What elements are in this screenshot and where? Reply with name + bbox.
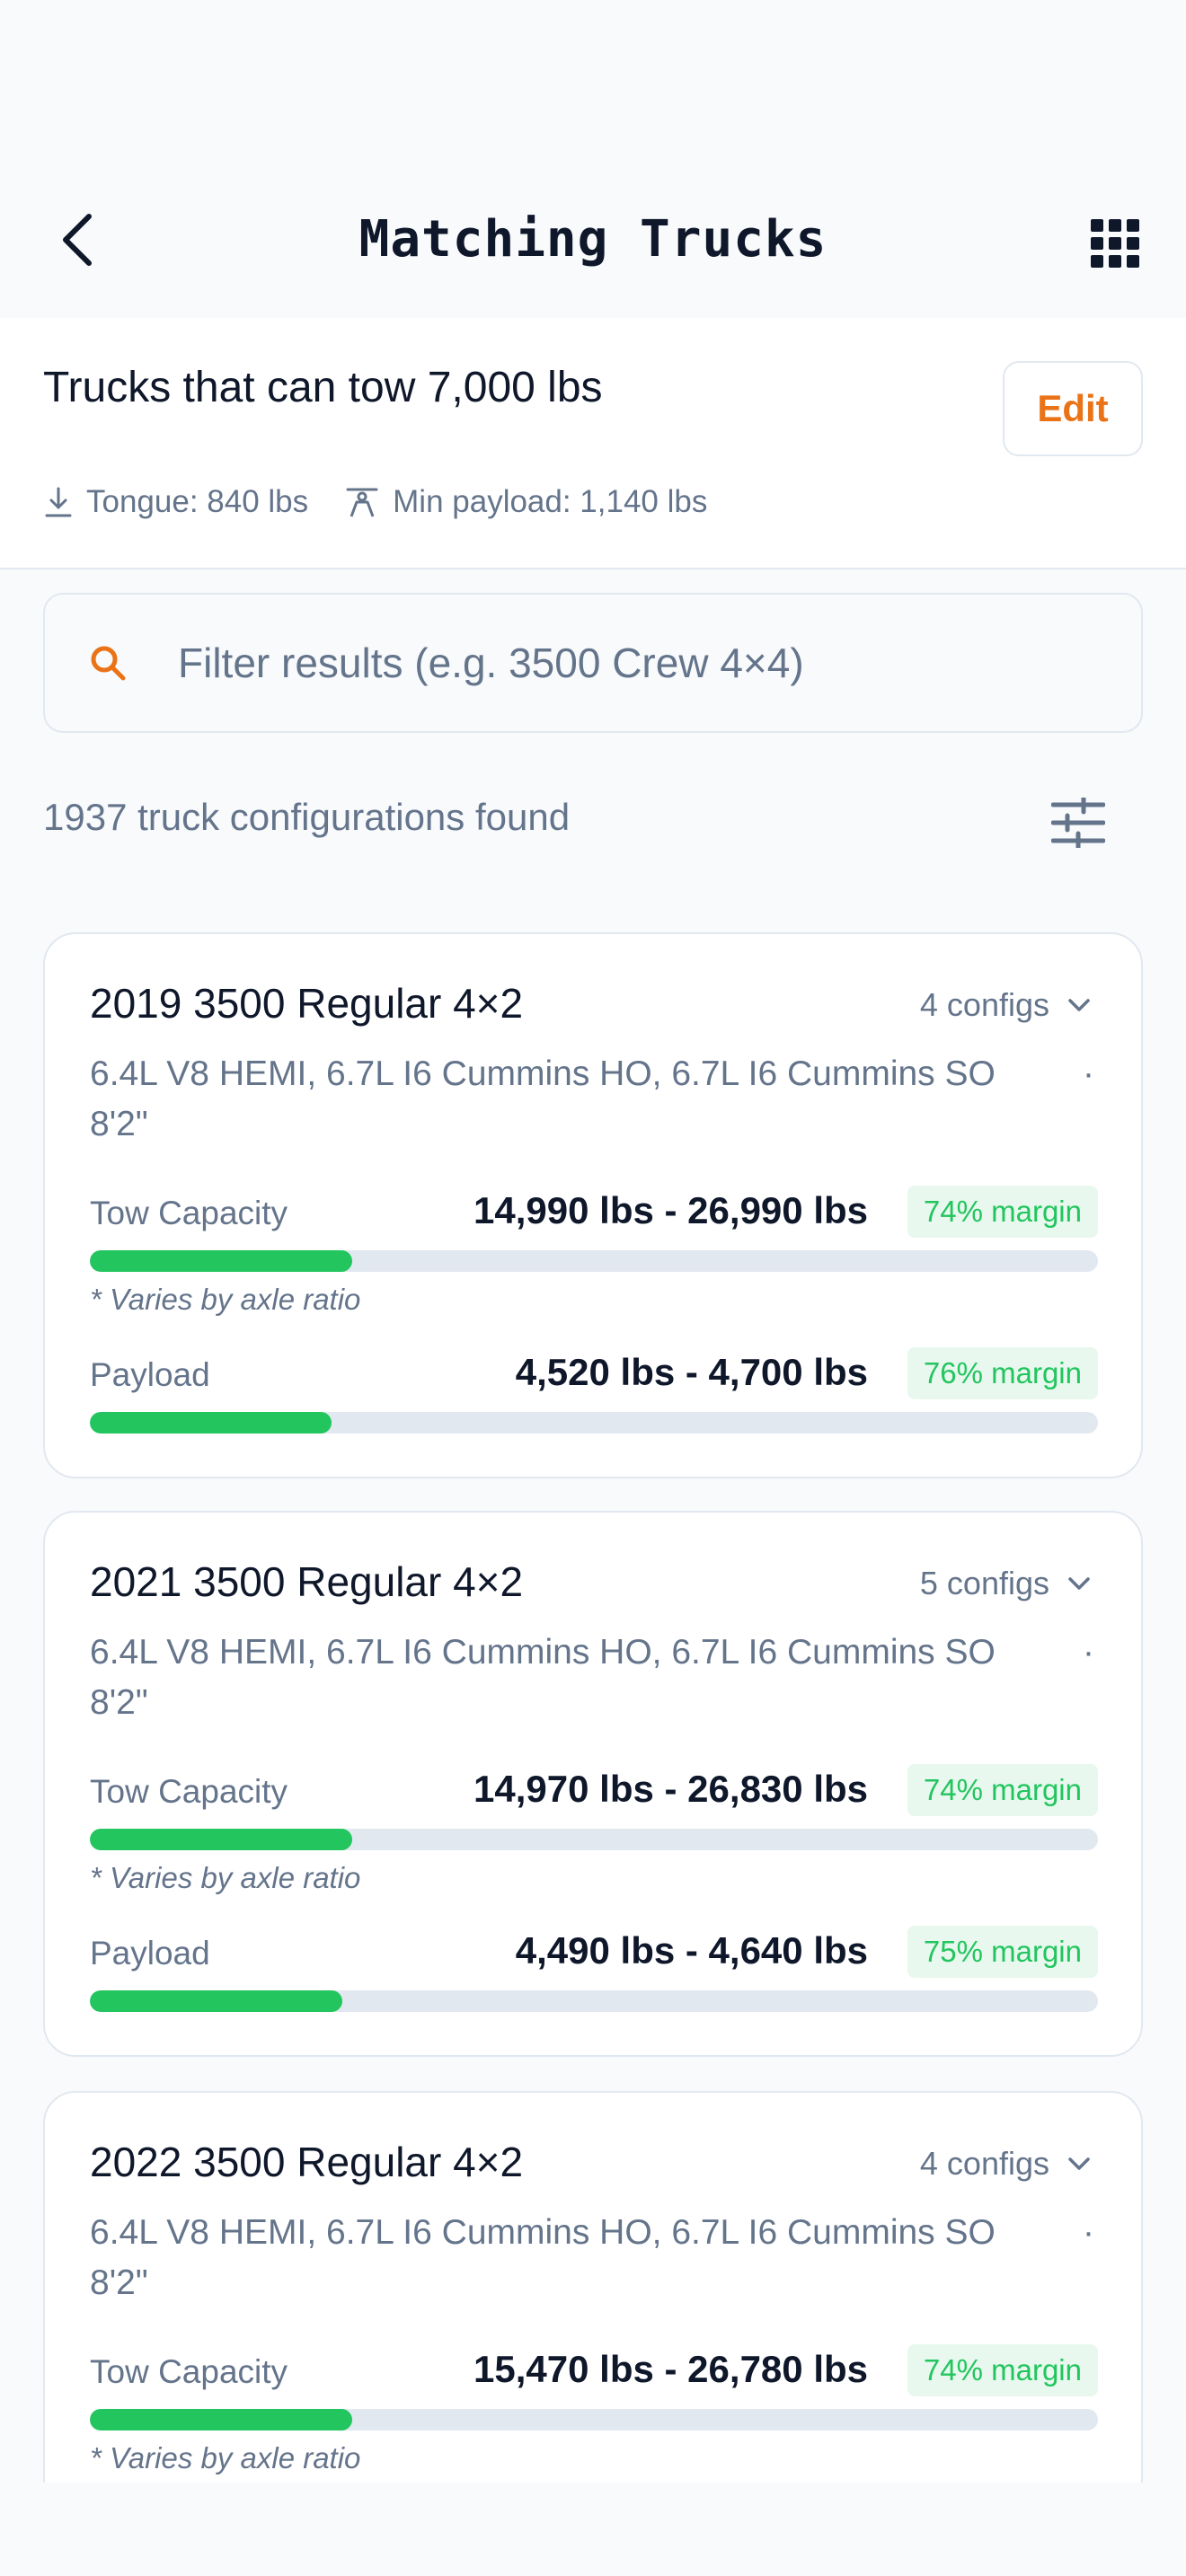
truck-title: 2019 3500 Regular 4×2 [90,980,524,1027]
payload-fill [90,1412,332,1434]
tow-capacity-bar [90,2409,1098,2430]
payload-label: Payload [90,1935,210,1972]
payload-fill [90,1990,342,2012]
sliders-icon [1051,798,1105,848]
min-payload: Min payload: 1,140 lbs [344,484,707,520]
configs-toggle[interactable]: 5 configs [920,1565,1091,1602]
payload-margin-badge: 76% margin [907,1347,1098,1399]
tongue-weight: Tongue: 840 lbs [43,484,308,520]
bed-length: 8'2" [90,1683,148,1722]
truck-title: 2021 3500 Regular 4×2 [90,1558,524,1605]
configs-count: 4 configs [919,2145,1049,2182]
grid-icon [1091,219,1103,232]
engine-list: 6.4L V8 HEMI, 6.7L I6 Cummins HO, 6.7L I… [90,2213,996,2302]
tow-capacity-value: 14,990 lbs - 26,990 lbs [474,1189,868,1231]
filter-input[interactable] [178,639,1076,687]
configs-toggle[interactable]: 4 configs [920,2145,1091,2183]
tow-capacity-fill [90,2409,352,2430]
configs-toggle[interactable]: 4 configs [920,986,1091,1024]
separator-dot: · [1083,1054,1094,1093]
payload-value: 4,490 lbs - 4,640 lbs [515,1929,868,1972]
tow-capacity-fill [90,1829,352,1850]
engine-list: 6.4L V8 HEMI, 6.7L I6 Cummins HO, 6.7L I… [90,1054,996,1143]
tow-capacity-value: 14,970 lbs - 26,830 lbs [474,1768,868,1810]
axle-ratio-note: * Varies by axle ratio [90,1283,361,1316]
results-count: 1937 truck configurations found [43,796,571,838]
weight-icon [346,488,378,517]
criteria-meta: Tongue: 840 lbs Min payload: 1,140 lbs [43,480,743,525]
separator-dot: · [1083,1633,1094,1672]
tow-margin-badge: 74% margin [907,1764,1098,1816]
download-arrow-icon [45,487,72,517]
payload-value: 4,520 lbs - 4,700 lbs [515,1351,868,1393]
payload-bar [90,1412,1098,1434]
bed-length: 8'2" [90,1105,148,1143]
nav-bar: Matching Trucks [0,0,1186,318]
tow-capacity-label: Tow Capacity [90,1195,288,1231]
separator-dot: · [1083,2213,1094,2252]
filter-settings-button[interactable] [1046,790,1111,855]
page-title: Matching Trucks [358,210,828,269]
truck-card[interactable]: 2019 3500 Regular 4×2 4 configs 6.4L V8 … [43,932,1143,1478]
min-payload-text: Min payload: 1,140 lbs [393,484,708,519]
axle-ratio-note: * Varies by axle ratio [90,2441,361,2475]
configs-count: 5 configs [919,1565,1049,1601]
payload-bar [90,1990,1098,2012]
configs-count: 4 configs [919,986,1049,1023]
payload-margin-badge: 75% margin [907,1926,1098,1978]
bottom-safe-area [0,2483,1186,2576]
tow-capacity-value: 15,470 lbs - 26,780 lbs [474,2348,868,2390]
axle-ratio-note: * Varies by axle ratio [90,1861,361,1894]
tow-capacity-label: Tow Capacity [90,2353,288,2390]
search-criteria-header: Trucks that can tow 7,000 lbs Edit Tongu… [0,318,1186,569]
filter-search-box[interactable] [43,593,1143,733]
chevron-down-icon [1068,2157,1090,2170]
truck-card[interactable]: 2021 3500 Regular 4×2 5 configs 6.4L V8 … [43,1511,1143,2057]
tongue-text: Tongue: 840 lbs [86,484,309,519]
tow-capacity-bar [90,1250,1098,1272]
tow-margin-badge: 74% margin [907,2344,1098,2396]
criteria-title: Trucks that can tow 7,000 lbs [43,364,603,411]
search-icon [91,646,126,681]
tow-margin-badge: 74% margin [907,1186,1098,1238]
engine-list: 6.4L V8 HEMI, 6.7L I6 Cummins HO, 6.7L I… [90,1633,996,1722]
payload-label: Payload [90,1356,210,1393]
chevron-down-icon [1068,999,1090,1011]
edit-button[interactable]: Edit [1003,361,1143,456]
tow-capacity-bar [90,1829,1098,1850]
chevron-down-icon [1068,1577,1090,1590]
tow-capacity-fill [90,1250,352,1272]
grid-menu-button[interactable] [1089,217,1139,268]
matching-trucks-screen: Matching Trucks Trucks that can tow 7,00… [0,0,1186,2576]
bed-length: 8'2" [90,2263,148,2302]
tow-capacity-label: Tow Capacity [90,1773,288,1810]
truck-title: 2022 3500 Regular 4×2 [90,2139,524,2185]
